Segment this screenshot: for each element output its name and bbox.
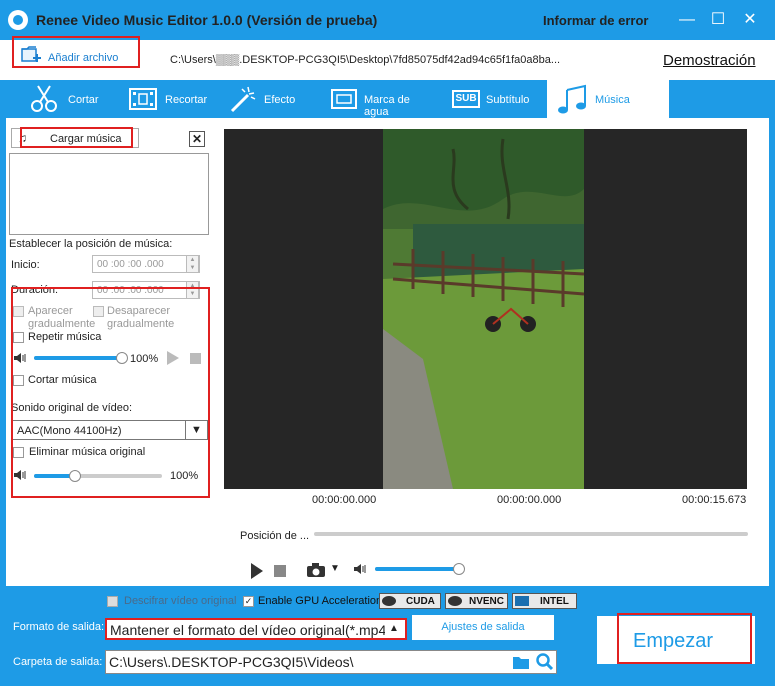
time-end: 00:00:15.673 bbox=[682, 494, 747, 506]
output-folder-value: C:\Users\.DESKTOP-PCG3QI5\Videos\ bbox=[109, 654, 354, 670]
camera-icon[interactable] bbox=[306, 562, 326, 578]
app-logo-icon bbox=[8, 10, 28, 30]
nvidia-logo-icon bbox=[382, 596, 396, 606]
output-settings-button[interactable]: Ajustes de salida bbox=[412, 615, 554, 640]
start-button-highlight bbox=[617, 613, 752, 664]
gpu-acceleration-label: Enable GPU Acceleration bbox=[258, 595, 383, 607]
demo-link[interactable]: Demostración bbox=[663, 52, 756, 69]
tab-musica[interactable]: Música bbox=[547, 80, 669, 118]
minimize-button[interactable]: — bbox=[675, 8, 699, 32]
maximize-button[interactable]: ☐ bbox=[706, 8, 730, 32]
time-current: 00:00:00.000 bbox=[497, 494, 562, 506]
tab-efecto[interactable]: Efecto bbox=[226, 80, 316, 118]
tab-recortar-label: Recortar bbox=[165, 94, 208, 106]
intel-logo-icon bbox=[515, 596, 529, 606]
video-frame-image bbox=[383, 129, 584, 489]
output-format-select[interactable]: Mantener el formato del vídeo original(*… bbox=[105, 618, 407, 640]
current-file-path: C:\Users\▒▒▒.DESKTOP-PCG3QI5\Desktop\7fd… bbox=[170, 54, 561, 66]
tab-recortar[interactable]: Recortar bbox=[126, 80, 216, 118]
player-volume-fill bbox=[375, 567, 459, 571]
close-button[interactable]: ✕ bbox=[738, 8, 762, 32]
intel-badge: INTEL bbox=[512, 593, 577, 609]
decrypt-video-checkbox[interactable] bbox=[107, 596, 118, 607]
video-frame bbox=[383, 129, 584, 489]
music-settings-highlight bbox=[11, 287, 210, 498]
tab-subtitulo-label: Subtítulo bbox=[486, 94, 530, 106]
nvidia-logo-icon bbox=[448, 596, 462, 606]
output-format-value: Mantener el formato del vídeo original(*… bbox=[110, 622, 391, 638]
nvenc-badge: NVENC bbox=[445, 593, 508, 609]
window-title: Renee Video Music Editor 1.0.0 (Versión … bbox=[36, 12, 378, 28]
start-time-spinner[interactable]: ▲ ▼ bbox=[186, 255, 199, 273]
watermark-icon bbox=[331, 89, 357, 109]
decrypt-video-label: Descifrar vídeo original bbox=[124, 595, 237, 607]
time-start: 00:00:00.000 bbox=[312, 494, 377, 506]
output-folder-input[interactable]: C:\Users\.DESKTOP-PCG3QI5\Videos\ bbox=[105, 650, 557, 674]
gpu-acceleration-checkbox[interactable]: ✓ bbox=[243, 596, 254, 607]
remove-music-button[interactable]: ✕ bbox=[189, 131, 205, 147]
search-icon[interactable] bbox=[536, 653, 554, 671]
start-label: Inicio: bbox=[11, 259, 40, 271]
music-position-heading: Establecer la posición de música: bbox=[9, 238, 173, 250]
music-note-icon bbox=[558, 84, 586, 114]
tab-cortar-label: Cortar bbox=[68, 94, 99, 106]
position-label: Posición de ... bbox=[240, 530, 310, 542]
report-error-link[interactable]: Informar de error bbox=[543, 13, 648, 28]
tab-subtitulo[interactable]: SUB Subtítulo bbox=[446, 80, 542, 118]
folder-icon[interactable] bbox=[512, 654, 530, 670]
add-file-icon bbox=[21, 46, 41, 62]
magic-wand-icon bbox=[230, 86, 256, 113]
position-track[interactable] bbox=[314, 532, 748, 536]
film-crop-icon bbox=[129, 88, 157, 110]
play-icon[interactable] bbox=[250, 563, 264, 579]
tab-efecto-label: Efecto bbox=[264, 94, 296, 106]
add-file-label: Añadir archivo bbox=[48, 52, 119, 64]
tab-marca-de-agua-label: Marca de agua bbox=[364, 94, 410, 118]
player-volume-thumb[interactable] bbox=[453, 563, 465, 575]
player-volume-icon bbox=[354, 564, 366, 574]
subtitle-icon: SUB bbox=[452, 90, 480, 108]
chevron-up-icon: ▲ bbox=[385, 620, 403, 638]
format-label: Formato de salida: bbox=[13, 621, 105, 633]
tab-marca-de-agua[interactable]: Marca de agua bbox=[326, 80, 436, 118]
music-list[interactable] bbox=[9, 153, 209, 235]
tab-musica-label: Música bbox=[595, 94, 630, 106]
stop-icon[interactable] bbox=[274, 565, 286, 577]
scissors-icon bbox=[31, 85, 57, 112]
start-time-input[interactable]: 00 :00 :00 .000 bbox=[92, 255, 200, 273]
cuda-badge: CUDA bbox=[379, 593, 441, 609]
folder-label: Carpeta de salida: bbox=[13, 656, 103, 668]
add-file-button[interactable]: Añadir archivo bbox=[12, 36, 140, 68]
load-music-highlight bbox=[20, 127, 133, 148]
snapshot-dropdown-icon[interactable]: ▼ bbox=[330, 563, 340, 574]
tab-cortar[interactable]: Cortar bbox=[26, 80, 116, 118]
